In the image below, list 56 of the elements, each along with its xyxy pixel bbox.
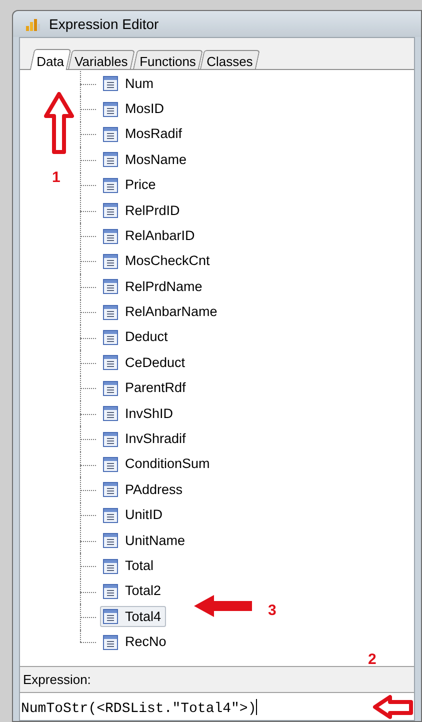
field-name: Price [125, 176, 156, 194]
tree-item[interactable]: Num [100, 73, 159, 94]
field-name: ConditionSum [125, 455, 210, 474]
tree-item[interactable]: MosCheckCnt [100, 250, 215, 272]
expression-field[interactable]: NumToStr(<RDSList."Total4">) [20, 693, 414, 720]
tree-item[interactable]: InvShradif [100, 428, 191, 450]
tab[interactable]: Classes [200, 50, 260, 69]
field-name: InvShID [125, 404, 174, 423]
annotation-number: 1 [52, 170, 60, 185]
tab[interactable]: Functions [132, 50, 204, 69]
field-name: PAddress [125, 480, 183, 499]
tree-item[interactable]: ParentRdf [100, 378, 191, 399]
tree-item[interactable]: Total2 [100, 581, 166, 602]
field-name: RelPrdID [125, 202, 180, 220]
tab[interactable]: Data [30, 49, 72, 70]
tree-item[interactable]: InvShID [100, 403, 178, 424]
field-name: Total [125, 556, 154, 575]
tree-item[interactable]: RelPrdID [100, 200, 185, 222]
field-name: MosRadif [125, 125, 182, 144]
tree-item[interactable]: Price [100, 174, 161, 196]
field-name: MosCheckCnt [125, 252, 210, 270]
field-name: Num [125, 74, 154, 93]
field-name: RecNo [125, 633, 166, 652]
tree-item[interactable]: MosRadif [100, 124, 188, 145]
tree-item[interactable]: Total [100, 556, 159, 577]
tree-item[interactable]: Total4 [100, 606, 166, 628]
tree-item[interactable]: RelAnbarID [100, 226, 200, 247]
tree-item[interactable]: ConditionSum [100, 454, 215, 476]
annotation-number: 3 [268, 603, 276, 618]
expression-label: Expression: [23, 670, 91, 689]
tree-item[interactable]: PAddress [100, 479, 188, 500]
tree-item[interactable]: RelAnbarName [100, 302, 222, 323]
tree-item[interactable]: RelPrdName [100, 276, 208, 298]
field-name: ParentRdf [125, 379, 186, 398]
field-name: Total2 [125, 582, 162, 600]
tree-item[interactable]: Deduct [100, 327, 173, 348]
tree-item[interactable]: UnitID [100, 504, 168, 526]
field-name: MosName [125, 150, 187, 169]
field-name: Total4 [125, 608, 162, 626]
window-title: Expression Editor [49, 14, 159, 34]
field-name: UnitID [125, 506, 163, 524]
tab[interactable]: Variables [68, 50, 136, 69]
field-name: RelPrdName [125, 278, 202, 296]
field-name: Deduct [125, 328, 168, 346]
tree-item[interactable]: MosID [100, 98, 170, 120]
field-name: UnitName [125, 532, 186, 550]
field-name: InvShradif [125, 430, 186, 448]
tree-item[interactable]: CeDeduct [100, 352, 190, 374]
field-name: RelAnbarID [125, 226, 195, 245]
tree-item[interactable]: MosName [100, 149, 192, 170]
tree-item[interactable]: UnitName [100, 530, 190, 552]
tree-item[interactable]: RecNo [100, 632, 172, 653]
field-name: MosID [125, 100, 164, 118]
annotation-number: 2 [368, 652, 376, 667]
field-name: CeDeduct [125, 354, 186, 372]
field-name: RelAnbarName [125, 303, 218, 322]
